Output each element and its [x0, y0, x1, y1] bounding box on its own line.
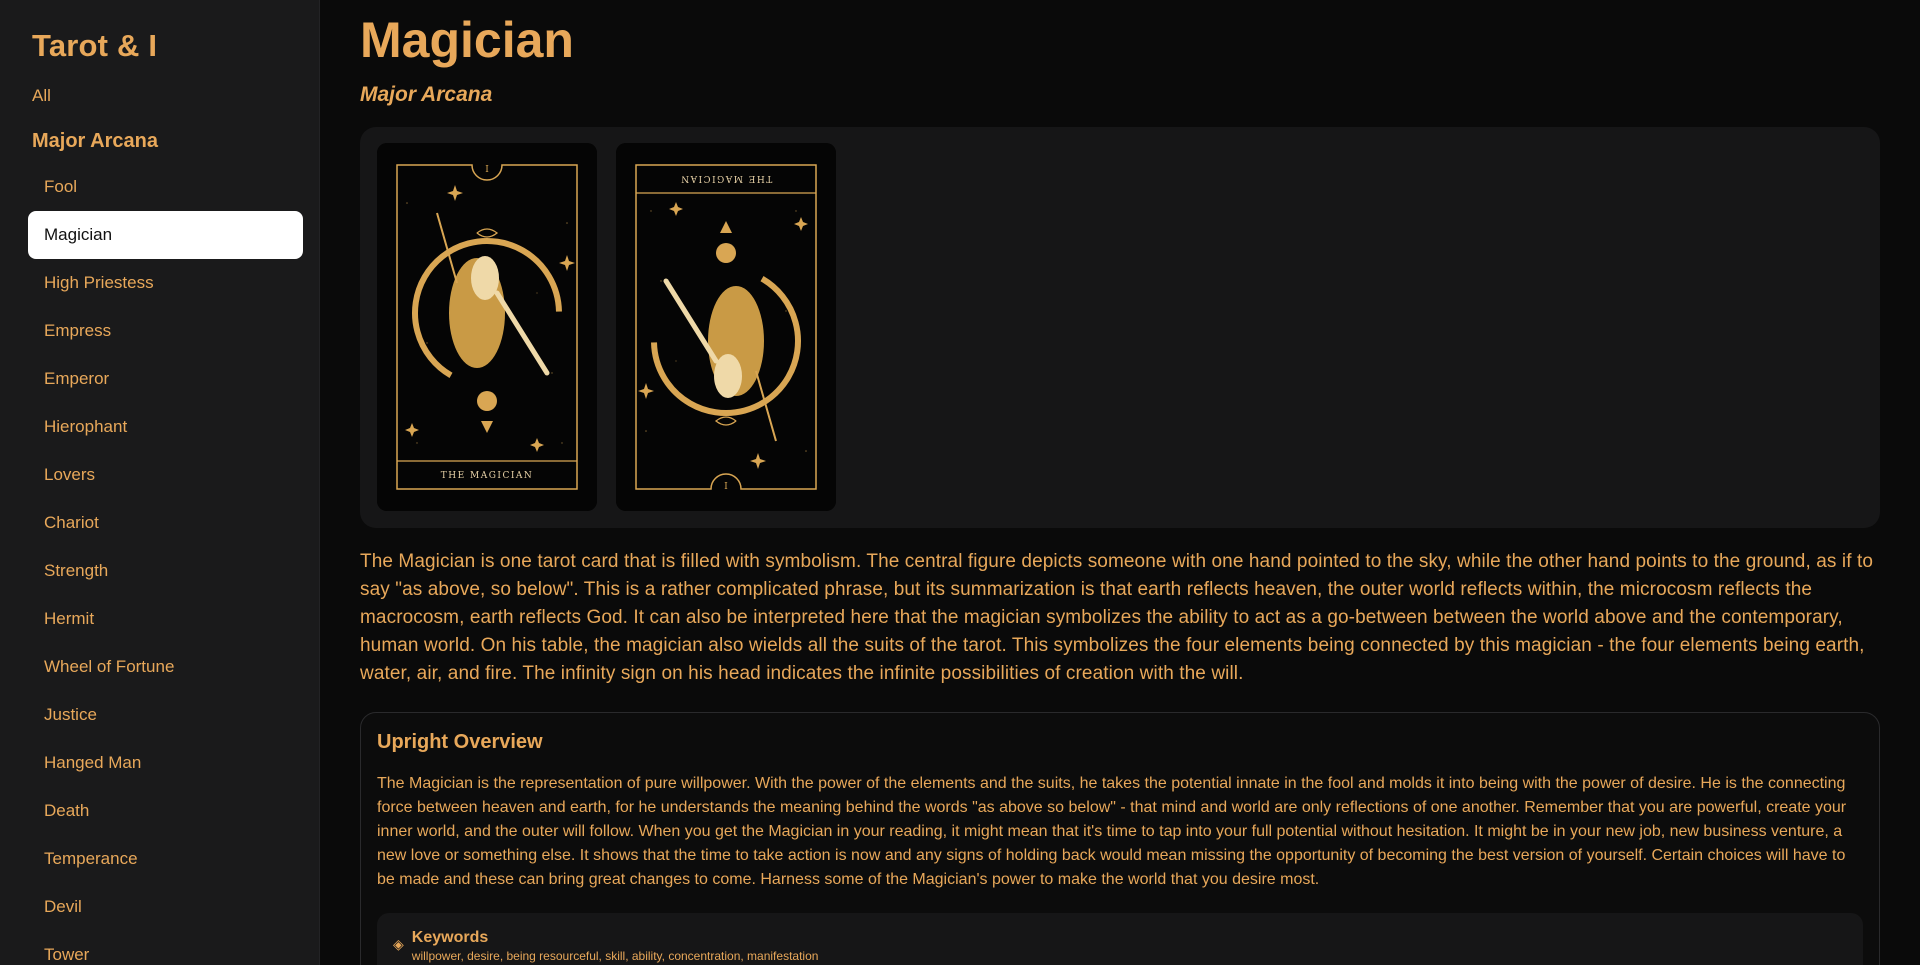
- sidebar-item-hanged-man[interactable]: Hanged Man: [28, 739, 303, 787]
- sidebar-item-chariot[interactable]: Chariot: [28, 499, 303, 547]
- card-numeral-upright: I: [485, 165, 489, 175]
- keywords-list: willpower, desire, being resourceful, sk…: [411, 949, 819, 963]
- sidebar-item-tower[interactable]: Tower: [28, 931, 303, 965]
- sidebar-item-all[interactable]: All: [32, 86, 303, 106]
- app-root: Tarot & I All Major Arcana Fool Magician…: [0, 0, 1920, 965]
- magician-card-art-upright: I THE MAGICIAN: [377, 143, 597, 511]
- card-numeral-reversed: I: [724, 479, 728, 489]
- sidebar-item-magician[interactable]: Magician: [28, 211, 303, 259]
- sidebar-item-hermit[interactable]: Hermit: [28, 595, 303, 643]
- sidebar-item-strength[interactable]: Strength: [28, 547, 303, 595]
- section-heading-major-arcana: Major Arcana: [32, 130, 158, 152]
- card-name-upright: THE MAGICIAN: [441, 471, 534, 481]
- sidebar-item-lovers[interactable]: Lovers: [28, 451, 303, 499]
- sidebar-item-death[interactable]: Death: [28, 787, 303, 835]
- card-image-reversed[interactable]: I THE MAGICIAN: [616, 143, 836, 511]
- keywords-title: Keywords: [411, 929, 489, 946]
- sidebar-item-justice[interactable]: Justice: [28, 691, 303, 739]
- main-content: Magician Major Arcana I THE MAGICIAN I T…: [320, 0, 1920, 965]
- magician-card-art-reversed: I THE MAGICIAN: [616, 143, 836, 511]
- sidebar-item-fool[interactable]: Fool: [28, 163, 303, 211]
- sidebar-item-temperance[interactable]: Temperance: [28, 835, 303, 883]
- page-title: Magician: [360, 12, 574, 68]
- sidebar-item-devil[interactable]: Devil: [28, 883, 303, 931]
- keywords-content: Keywords willpower, desire, being resour…: [412, 929, 819, 963]
- card-images-panel: I THE MAGICIAN I THE MAGICIAN: [360, 127, 1880, 528]
- brand-logo[interactable]: Tarot & I: [32, 28, 303, 64]
- sidebar-nav-list: Fool Magician High Priestess Empress Emp…: [28, 163, 303, 965]
- card-description: The Magician is one tarot card that is f…: [360, 551, 1873, 684]
- page-subtitle: Major Arcana: [360, 83, 493, 106]
- sidebar-item-wheel-of-fortune[interactable]: Wheel of Fortune: [28, 643, 303, 691]
- sidebar: Tarot & I All Major Arcana Fool Magician…: [0, 0, 320, 965]
- keywords-box: ◈ Keywords willpower, desire, being reso…: [377, 913, 1863, 965]
- upright-overview-title: Upright Overview: [377, 731, 543, 753]
- card-image-upright[interactable]: I THE MAGICIAN: [377, 143, 597, 511]
- sparkle-icon: ◈: [393, 936, 404, 952]
- sidebar-item-high-priestess[interactable]: High Priestess: [28, 259, 303, 307]
- upright-overview-section: Upright Overview The Magician is the rep…: [360, 712, 1880, 965]
- upright-overview-text: The Magician is the representation of pu…: [377, 775, 1847, 888]
- sidebar-item-empress[interactable]: Empress: [28, 307, 303, 355]
- card-name-reversed: THE MAGICIAN: [680, 173, 773, 183]
- sidebar-item-hierophant[interactable]: Hierophant: [28, 403, 303, 451]
- sidebar-item-emperor[interactable]: Emperor: [28, 355, 303, 403]
